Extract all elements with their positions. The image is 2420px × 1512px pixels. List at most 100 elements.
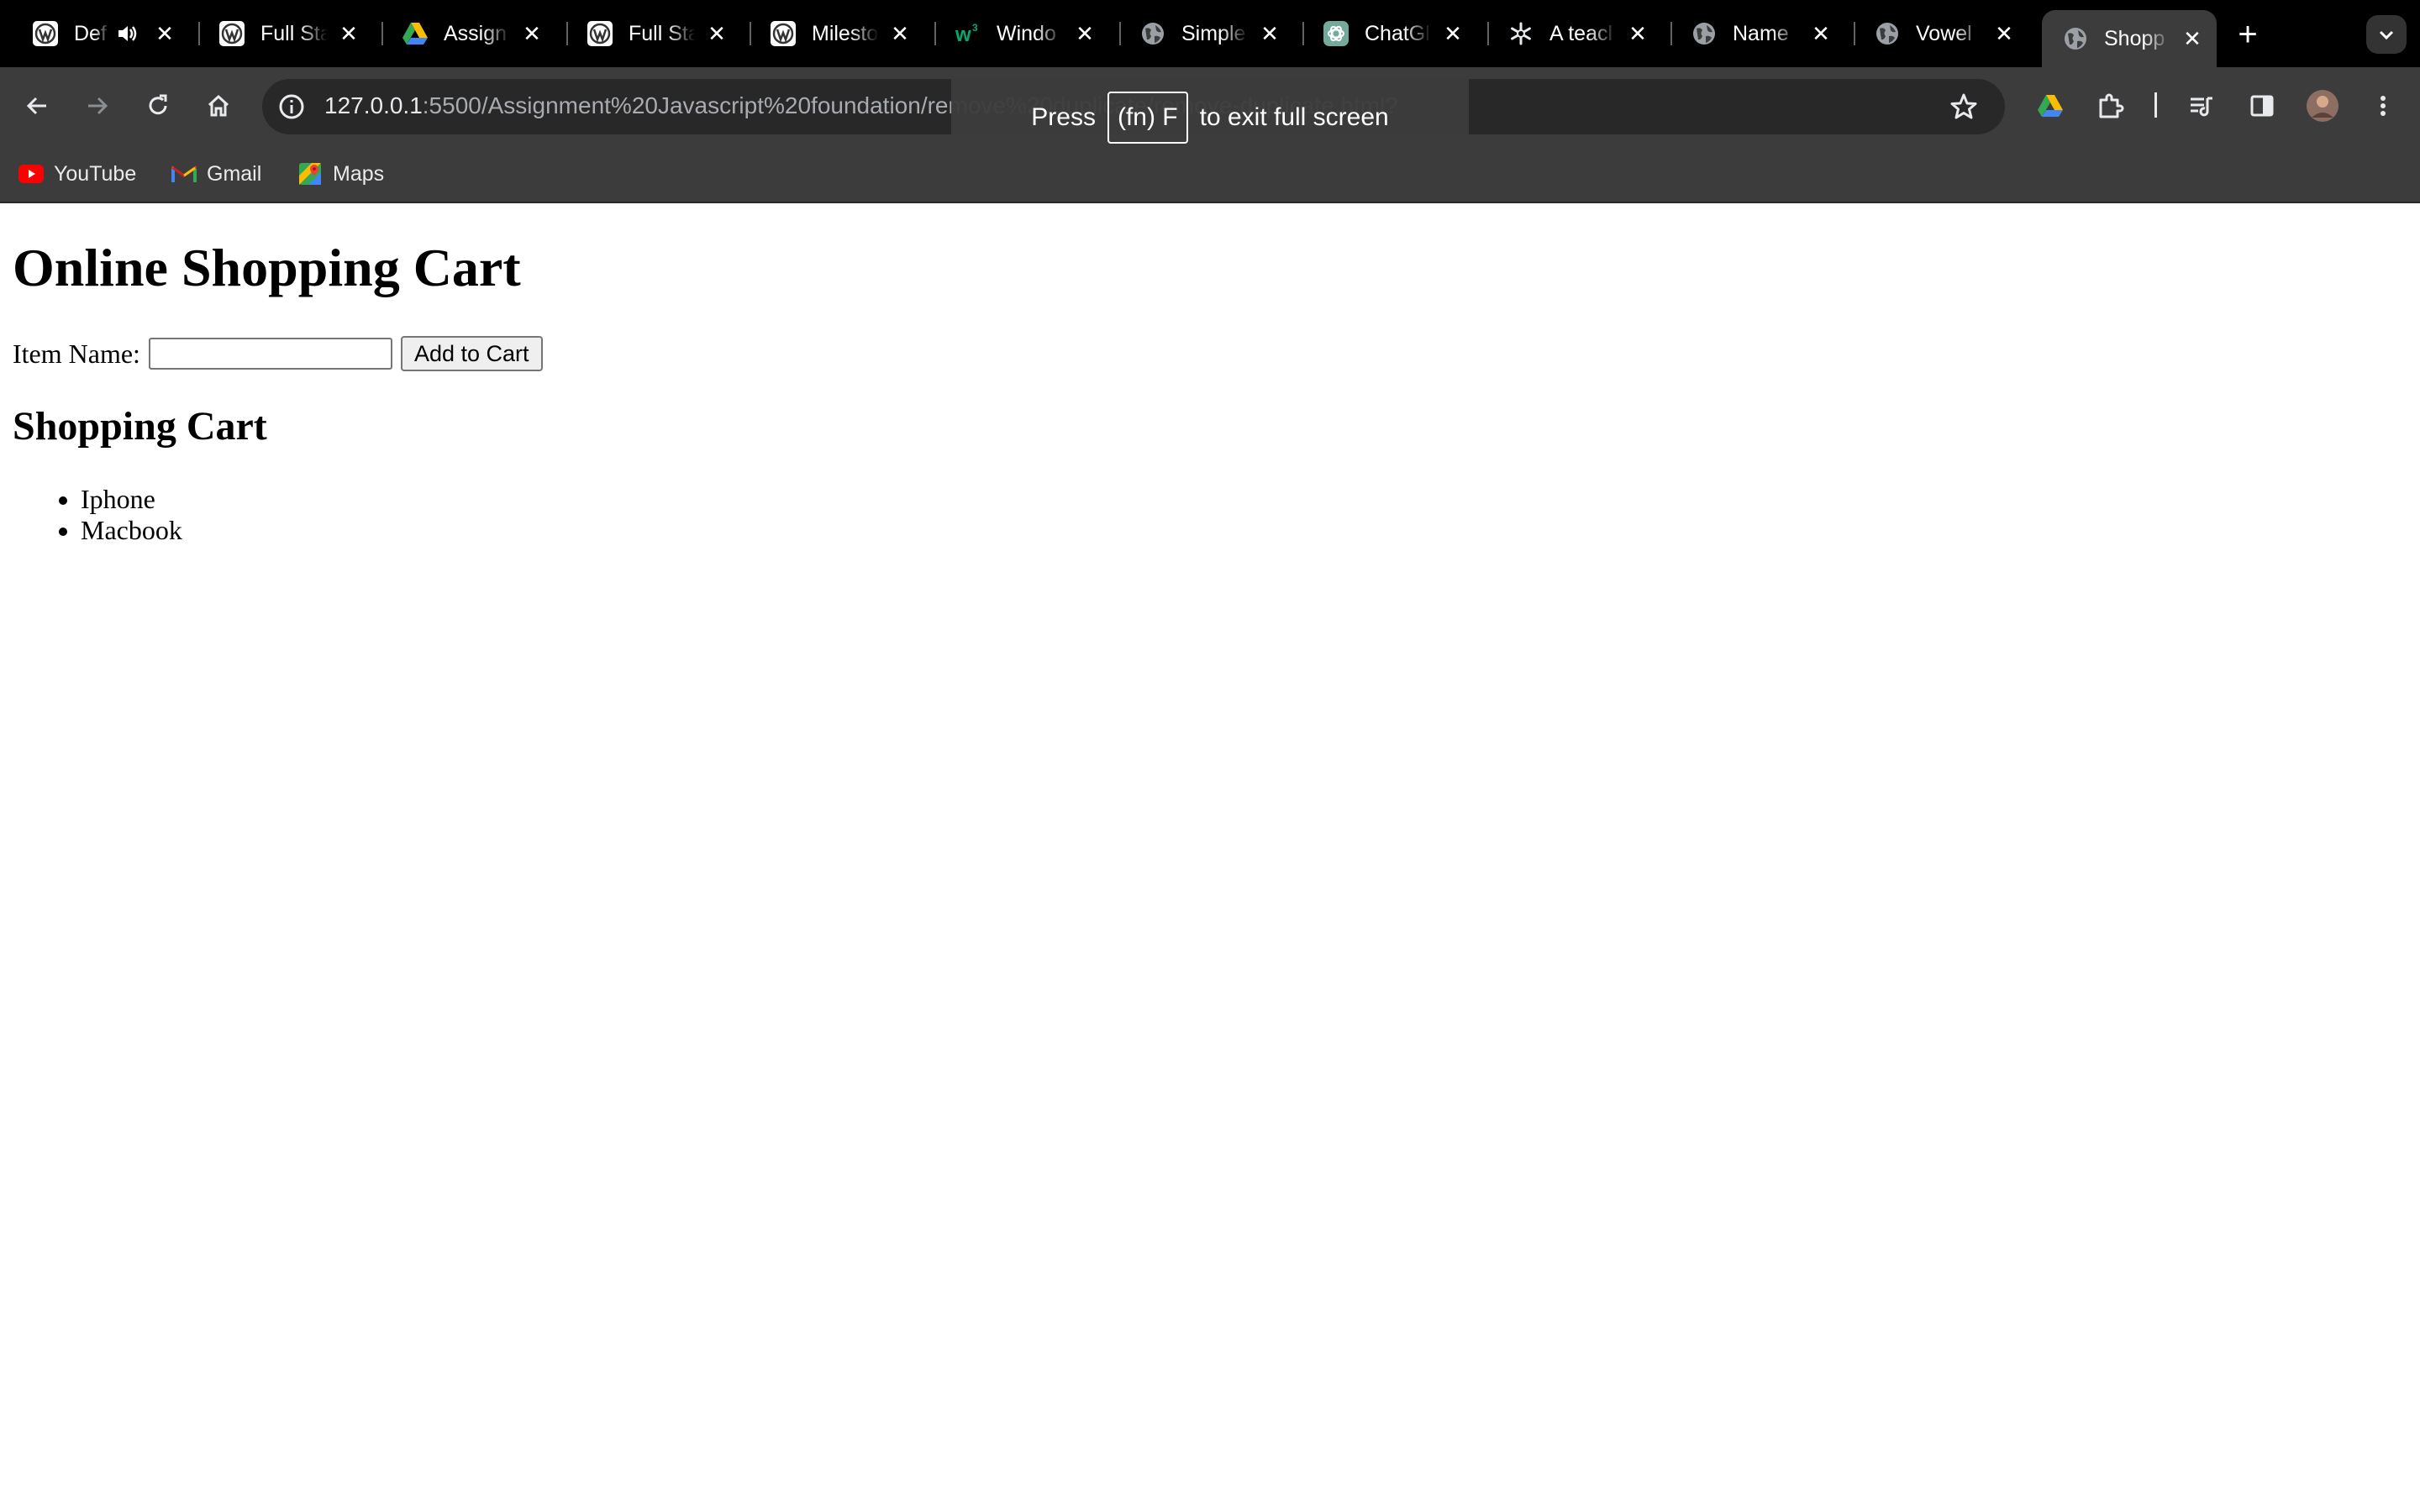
add-to-cart-button[interactable]: Add to Cart — [400, 336, 543, 371]
info-icon — [279, 94, 304, 119]
reload-button[interactable] — [138, 86, 178, 126]
browser-menu-button[interactable] — [2363, 86, 2403, 126]
add-item-form: Item Name: Add to Cart — [13, 336, 543, 371]
list-item: Iphone — [81, 484, 182, 515]
bookmark-star-button[interactable] — [1948, 91, 1980, 123]
forward-arrow-icon — [88, 97, 108, 115]
site-info-button[interactable] — [274, 89, 309, 124]
close-icon[interactable]: ✕ — [519, 21, 544, 46]
avatar — [2307, 90, 2338, 122]
close-icon[interactable]: ✕ — [1808, 21, 1833, 46]
toast-key: (fn) F — [1107, 92, 1188, 144]
tab-title: Milesto — [812, 21, 879, 45]
wordpress-icon — [770, 20, 797, 47]
close-icon[interactable]: ✕ — [704, 21, 729, 46]
wordpress-icon — [218, 20, 245, 47]
maps-icon — [297, 161, 323, 186]
globe-icon — [2062, 25, 2089, 52]
tab-9[interactable]: Name ✕ — [1670, 12, 1845, 55]
home-icon — [208, 94, 229, 117]
close-icon[interactable]: ✕ — [1072, 21, 1097, 46]
page-content: Online Shopping Cart Item Name: Add to C… — [0, 203, 2420, 1512]
cart-list: Iphone Macbook — [0, 484, 182, 546]
close-icon[interactable]: ✕ — [1991, 21, 2017, 46]
wordpress-icon — [587, 20, 613, 47]
tab-10[interactable]: Vowel ✕ — [1854, 12, 2028, 55]
reload-icon — [149, 94, 167, 115]
toolbar-divider — [2154, 92, 2157, 118]
globe-icon — [1691, 20, 1718, 47]
close-icon[interactable]: ✕ — [887, 21, 913, 46]
chevron-down-icon — [2379, 30, 2394, 40]
profile-avatar-button[interactable] — [2302, 86, 2343, 126]
tab-5[interactable]: w3 Windo ✕ — [934, 12, 1109, 55]
bookmark-label: Maps — [333, 161, 385, 186]
bookmark-youtube[interactable]: YouTube — [18, 158, 136, 190]
close-icon[interactable]: ✕ — [336, 21, 361, 46]
back-button[interactable] — [17, 86, 57, 126]
globe-icon — [1874, 20, 1901, 47]
back-arrow-icon — [26, 97, 46, 115]
close-icon[interactable]: ✕ — [2180, 26, 2205, 51]
tab-2[interactable]: Assign ✕ — [381, 12, 556, 55]
google-drive-extension-button[interactable] — [2030, 86, 2070, 126]
tab-strip: Def ✕ Full Sta ✕ Assign ✕ Full Sta ✕ Mil… — [0, 0, 2420, 67]
list-item: Macbook — [81, 515, 182, 546]
star-icon — [1950, 93, 1977, 119]
item-name-input[interactable] — [148, 338, 392, 370]
toast-prefix: Press — [1031, 103, 1096, 131]
tab-search-button[interactable] — [2366, 15, 2407, 54]
bookmark-label: Gmail — [207, 161, 262, 186]
puzzle-icon — [2099, 93, 2124, 118]
tab-title: Def — [74, 21, 107, 45]
tab-title: Assign — [444, 21, 508, 45]
tab-title: A teacl — [1549, 21, 1613, 45]
bookmark-gmail[interactable]: Gmail — [171, 158, 261, 190]
bookmark-label: YouTube — [54, 161, 137, 186]
youtube-icon — [18, 161, 44, 186]
w3schools-icon: w3 — [955, 20, 981, 47]
page-title: Online Shopping Cart — [13, 238, 521, 297]
tab-title: Windo — [997, 21, 1056, 45]
svg-text:3: 3 — [972, 22, 978, 34]
asterisk-icon — [1507, 20, 1534, 47]
playlist-music-icon — [2191, 97, 2212, 117]
tab-title: Full Sta — [260, 21, 331, 45]
tab-title: Full Sta — [629, 21, 699, 45]
tab-8[interactable]: A teacl ✕ — [1487, 12, 1662, 55]
tab-6[interactable]: Simple ✕ — [1119, 12, 1294, 55]
tab-4[interactable]: Milesto ✕ — [750, 12, 924, 55]
tab-11-active[interactable]: Shopp ✕ — [2042, 10, 2217, 67]
tab-0[interactable]: Def ✕ — [12, 12, 187, 55]
side-panel-icon — [2250, 95, 2274, 117]
tab-1[interactable]: Full Sta ✕ — [198, 12, 373, 55]
speaker-icon[interactable] — [116, 21, 138, 46]
fullscreen-exit-toast: Press (fn) F to exit full screen — [951, 77, 1469, 158]
drive-icon — [2038, 95, 2063, 117]
close-icon[interactable]: ✕ — [1440, 21, 1465, 46]
tab-title: Vowel — [1916, 21, 1972, 45]
side-panel-button[interactable] — [2242, 86, 2282, 126]
cart-heading: Shopping Cart — [13, 404, 267, 449]
gmail-icon — [171, 161, 197, 186]
url-host: 127.0.0.1 — [324, 92, 423, 118]
extensions-button[interactable] — [2091, 86, 2131, 126]
close-icon[interactable]: ✕ — [1257, 21, 1282, 46]
forward-button[interactable] — [77, 86, 118, 126]
chatgpt-icon — [1323, 20, 1349, 47]
more-vertical-icon — [2381, 96, 2386, 116]
wordpress-icon — [32, 20, 59, 47]
svg-text:w: w — [955, 24, 971, 46]
tab-3[interactable]: Full Sta ✕ — [566, 12, 741, 55]
home-button[interactable] — [198, 86, 239, 126]
tab-7[interactable]: ChatGl ✕ — [1302, 12, 1477, 55]
item-name-label: Item Name: — [13, 338, 140, 369]
close-icon[interactable]: ✕ — [1625, 21, 1650, 46]
tab-title: Simple — [1181, 21, 1246, 45]
bookmark-maps[interactable]: Maps — [297, 158, 384, 190]
tab-title: Name — [1733, 21, 1789, 45]
new-tab-button[interactable]: + — [2228, 15, 2267, 54]
globe-icon — [1139, 20, 1166, 47]
close-icon[interactable]: ✕ — [155, 21, 175, 46]
media-controls-button[interactable] — [2181, 86, 2222, 126]
